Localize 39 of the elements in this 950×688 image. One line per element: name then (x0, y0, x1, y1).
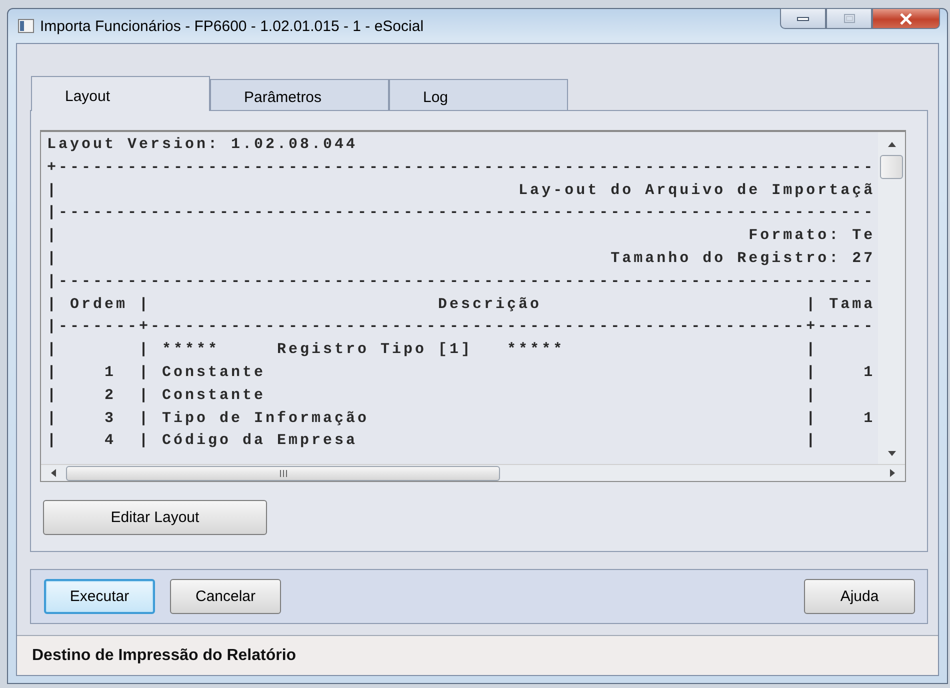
scroll-up-icon (888, 142, 896, 147)
tab[interactable]: Parâmetros (210, 79, 389, 110)
scroll-right-icon (890, 469, 895, 477)
dialog-button[interactable]: Cancelar (170, 579, 281, 614)
minimize-icon (797, 16, 809, 20)
layout-text-line: | | ***** Registro Tipo [1] ***** | (47, 340, 819, 360)
layout-text-line: | Lay-out do Arquivo de Importaçã (47, 180, 876, 201)
dialog-button[interactable]: Executar (44, 579, 155, 614)
close-icon (899, 12, 913, 24)
help-button[interactable]: Ajuda (804, 579, 915, 614)
minimize-button[interactable] (780, 8, 826, 29)
layout-text-line: | 1 | Constante | 1 (47, 362, 876, 383)
window-title: Importa Funcionários - FP6600 - 1.02.01.015 - 1 - eSocial (40, 18, 424, 34)
horizontal-scrollbar[interactable] (41, 464, 905, 481)
layout-text-line: |-------+---------------------------------------------------------+----- (47, 317, 876, 338)
layout-text-line: | Ordem | Descrição | Tama (47, 294, 876, 315)
grip-icon (280, 470, 286, 476)
scrollbar-thumb[interactable] (880, 155, 903, 179)
layout-text-line: | 3 | Tipo de Informação | 1 (47, 408, 876, 429)
layout-text-line: +----------------------------------------------------------------------- (47, 158, 876, 178)
layout-text-line: | 2 | Constante | (47, 386, 819, 406)
close-button[interactable] (872, 8, 940, 29)
layout-text-line: Layout Version: 1.02.08.044 (47, 135, 359, 155)
scroll-left-icon (51, 469, 56, 477)
window-icon (18, 19, 34, 33)
tab[interactable]: Layout (31, 76, 210, 111)
layout-text-line: | 4 | Código da Empresa | (47, 431, 819, 452)
tab[interactable]: Log (389, 79, 568, 110)
maximize-icon (844, 14, 854, 23)
layout-text-line: |----------------------------------------------------------------------- (47, 272, 876, 292)
scrollbar-thumb[interactable] (66, 466, 500, 480)
maximize-button[interactable] (826, 8, 872, 29)
edit-layout-button[interactable]: Editar Layout (43, 500, 267, 535)
vertical-scrollbar[interactable] (878, 132, 905, 464)
layout-text-line: | Formato: Te (47, 226, 876, 246)
scroll-down-icon (888, 451, 896, 456)
status-text: Destino de Impressão do Relatório (32, 646, 296, 664)
layout-text-line: |----------------------------------------------------------------------- (47, 203, 876, 224)
layout-text-line: | Tamanho do Registro: 27 (47, 248, 876, 269)
